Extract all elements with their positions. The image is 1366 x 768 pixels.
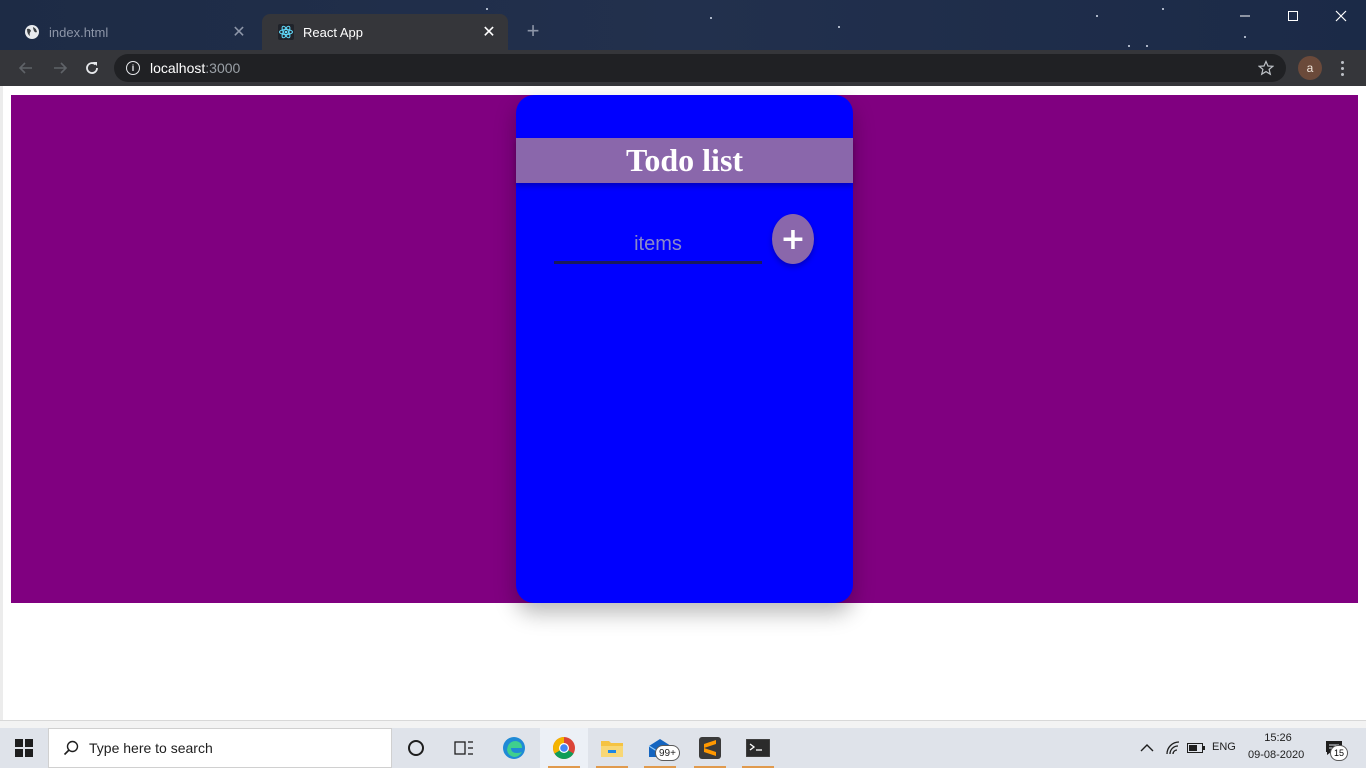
wallpaper-star — [1162, 8, 1164, 10]
mail-badge: 99+ — [655, 745, 680, 761]
wallpaper-star — [1146, 45, 1148, 47]
menu-dot — [1340, 72, 1344, 76]
start-button[interactable] — [0, 728, 48, 768]
page-viewport: Todo list + — [0, 86, 1366, 720]
arrow-left-icon — [18, 62, 32, 74]
maximize-button[interactable] — [1270, 0, 1316, 32]
reload-icon — [86, 62, 98, 74]
add-item-button[interactable]: + — [772, 214, 814, 264]
wallpaper-star — [1128, 45, 1130, 47]
cortana-button[interactable] — [392, 728, 440, 768]
tab-title: React App — [303, 24, 363, 40]
battery-icon — [1187, 743, 1205, 753]
show-hidden-icons-button[interactable] — [1134, 728, 1160, 768]
windows-icon — [15, 739, 33, 757]
browser-titlebar: index.html ✕ React App ✕ + — [0, 0, 1366, 50]
close-icon[interactable]: ✕ — [480, 23, 498, 41]
edge-app[interactable] — [490, 728, 538, 768]
cortana-icon — [408, 740, 424, 756]
terminal-app[interactable] — [734, 728, 782, 768]
tab-title: index.html — [49, 24, 109, 40]
browser-menu-button[interactable] — [1334, 56, 1350, 80]
maximize-icon — [1288, 11, 1298, 21]
file-explorer-app[interactable] — [588, 728, 636, 768]
close-window-button[interactable] — [1318, 0, 1364, 32]
url-host: localhost — [150, 60, 206, 76]
minimize-button[interactable] — [1222, 0, 1268, 32]
plus-icon: + — [780, 221, 806, 257]
wallpaper-star — [486, 8, 488, 10]
menu-dot — [1340, 66, 1344, 70]
search-placeholder: Type here to search — [89, 740, 213, 756]
chrome-app[interactable] — [540, 728, 588, 768]
sublime-text-app[interactable] — [686, 728, 734, 768]
window-edge — [0, 86, 3, 720]
info-icon[interactable]: i — [126, 61, 140, 75]
search-icon — [63, 740, 79, 756]
wifi-icon — [1166, 741, 1180, 755]
profile-avatar[interactable]: a — [1298, 56, 1322, 80]
task-view-icon — [454, 741, 473, 755]
taskbar-search[interactable]: Type here to search — [48, 728, 392, 768]
close-icon[interactable]: ✕ — [230, 23, 248, 41]
battery-button[interactable] — [1184, 728, 1208, 768]
minimize-icon — [1240, 15, 1250, 17]
sublime-icon — [699, 737, 721, 759]
clock-date[interactable]: 09-08-2020 — [1248, 749, 1304, 761]
close-icon — [1335, 10, 1347, 22]
edge-icon — [503, 737, 525, 759]
tab-react-app[interactable]: React App ✕ — [262, 14, 508, 50]
language-indicator[interactable]: ENG — [1212, 741, 1236, 753]
menu-dot — [1340, 60, 1344, 64]
star-icon[interactable] — [1256, 58, 1276, 78]
reload-button[interactable] — [80, 56, 104, 80]
todo-item-input[interactable] — [554, 228, 762, 264]
todo-card: Todo list + — [516, 95, 853, 603]
wifi-button[interactable] — [1160, 728, 1186, 768]
wallpaper-star — [1244, 36, 1246, 38]
page-title: Todo list — [625, 142, 744, 178]
address-bar[interactable]: i localhost:3000 — [114, 54, 1286, 82]
react-icon — [278, 24, 294, 40]
url-port: :3000 — [205, 60, 241, 76]
forward-button[interactable] — [48, 56, 72, 80]
todo-header: Todo list — [516, 138, 853, 183]
wallpaper-star — [1096, 15, 1098, 17]
chevron-up-icon — [1140, 744, 1154, 752]
folder-icon — [601, 741, 623, 757]
windows-taskbar: Type here to search 99+ ENG 15:26 09-08-… — [0, 728, 1366, 768]
wallpaper-star — [710, 17, 712, 19]
window-status-edge — [0, 720, 1366, 728]
back-button[interactable] — [14, 56, 38, 80]
task-view-button[interactable] — [440, 728, 488, 768]
terminal-icon — [746, 739, 770, 757]
browser-toolbar: i localhost:3000 a — [0, 50, 1366, 86]
globe-icon — [24, 24, 40, 40]
arrow-right-icon — [54, 62, 68, 74]
new-tab-button[interactable]: + — [522, 20, 544, 42]
notification-badge: 15 — [1330, 745, 1348, 761]
tab-index-html[interactable]: index.html ✕ — [8, 14, 258, 50]
clock-time[interactable]: 15:26 — [1263, 732, 1293, 744]
chrome-icon — [553, 737, 575, 759]
wallpaper-star — [838, 26, 840, 28]
